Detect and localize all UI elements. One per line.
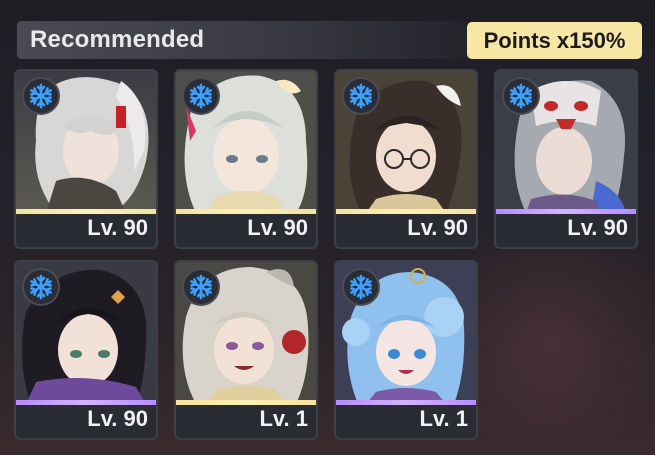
character-level: Lv. 1 (419, 406, 468, 431)
snowflake-icon (342, 268, 380, 306)
rarity-bar (176, 209, 316, 214)
rarity-bar (16, 400, 156, 405)
character-card[interactable]: Lv. 1 (334, 260, 478, 440)
character-level: Lv. 90 (567, 215, 628, 240)
character-card[interactable]: Lv. 90 (494, 69, 638, 249)
snowflake-icon (22, 268, 60, 306)
character-level: Lv. 90 (87, 215, 148, 240)
rarity-bar (336, 209, 476, 214)
points-multiplier-badge: Points x150% (467, 22, 642, 59)
snowflake-icon (502, 77, 540, 115)
character-level: Lv. 90 (247, 215, 308, 240)
character-card[interactable]: Lv. 1 (174, 260, 318, 440)
snowflake-icon (182, 268, 220, 306)
character-level: Lv. 90 (407, 215, 468, 240)
character-level: Lv. 90 (87, 406, 148, 431)
section-title: Recommended (30, 26, 205, 53)
rarity-bar (496, 209, 636, 214)
rarity-bar (336, 400, 476, 405)
character-card[interactable]: Lv. 90 (14, 260, 158, 440)
character-level: Lv. 1 (259, 406, 308, 431)
snowflake-icon (182, 77, 220, 115)
snowflake-icon (22, 77, 60, 115)
rarity-bar (176, 400, 316, 405)
rarity-bar (16, 209, 156, 214)
character-card[interactable]: Lv. 90 (14, 69, 158, 249)
character-card[interactable]: Lv. 90 (334, 69, 478, 249)
character-card[interactable]: Lv. 90 (174, 69, 318, 249)
bottom-divider (18, 451, 638, 455)
recommended-header: Recommended Points x150% (17, 21, 642, 59)
snowflake-icon (342, 77, 380, 115)
